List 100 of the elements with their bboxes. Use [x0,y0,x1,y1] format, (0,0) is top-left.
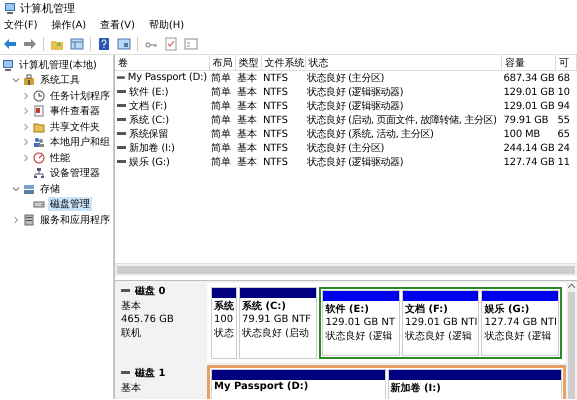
help-icon[interactable] [97,36,111,50]
partition-text: 127.74 GB NTI [484,317,556,328]
table-cell-text: 状态良好 (主分区) [306,142,385,155]
volume-icon [117,132,126,136]
table-cell-text: 100 MB [502,128,542,141]
tree-item[interactable]: 系统工具 [38,73,82,88]
volume-icon [117,146,126,150]
expand-chevron-icon[interactable] [22,107,30,116]
computer-icon [2,58,14,71]
column-header[interactable]: 文件系统 [261,55,305,70]
partition-text: 系统 (C:) [242,300,287,313]
gauge-icon [33,152,45,164]
column-header[interactable]: 卷 [115,55,209,70]
tree-item[interactable]: 共享文件夹 [48,120,102,134]
checklist-icon[interactable] [164,36,178,50]
partition-area[interactable]: My Passport (D:) 新加卷 (I:) [207,365,566,399]
partition-text: 状态良好 (逻辑 [404,330,474,343]
collapse-chevron-icon[interactable] [12,76,20,84]
column-header[interactable]: 状态 [305,55,502,70]
table-cell-text: 基本 [236,114,258,127]
expand-chevron-icon[interactable] [22,92,30,100]
disk-name: 磁盘 1 [135,366,166,380]
expand-chevron-icon[interactable] [22,122,30,131]
volume-icon [117,90,126,94]
partition-text: 79.91 GB NTF [242,314,312,325]
forward-arrow-icon[interactable] [23,36,37,50]
column-header[interactable]: 可 [556,55,576,70]
column-header[interactable]: 布局 [209,55,235,70]
partition-text: 文档 (F:) [404,302,449,316]
tree-item[interactable]: 设备管理器 [48,166,102,180]
vertical-scrollbar[interactable] [566,281,577,399]
table-cell-text: NTFS [262,128,289,141]
table-cell-text: 简单 [210,86,232,99]
menu-item[interactable]: 查看(V) [100,18,135,32]
partition-text: 软件 (E:) [325,302,370,316]
table-cell-text: 简单 [210,142,232,155]
tree-item[interactable]: 性能 [48,150,72,165]
table-cell-text: NTFS [262,142,289,155]
partition-block[interactable]: 软件 (E:) 129.01 GB NT 状态良好 (逻辑 [322,290,400,356]
expand-chevron-icon[interactable] [12,216,20,224]
tree-item[interactable]: 存储 [38,182,62,196]
tree-item[interactable]: 本地用户和组 [48,135,112,150]
table-cell-text: 24 [556,142,571,155]
partition-block[interactable]: 系统 (C:) 79.91 GB NTF 状态良好 (启动 [239,287,318,359]
table-cell-text: 状态良好 (启动, 页面文件, 故障转储, 主分区) [306,114,498,127]
table-cell-text: 状态良好 (逻辑驱动器) [306,86,404,99]
partition-text: 状态 [214,326,234,340]
table-cell-text: 简单 [210,100,232,113]
volume-icon [117,76,125,80]
menu-item[interactable]: 操作(A) [52,18,86,32]
panel-icon[interactable] [70,36,84,50]
volume-name: My Passport (D:) [128,72,207,84]
app-icon [4,2,16,14]
partition-text: 状态良好 (启动 [242,326,310,340]
table-cell-text: 基本 [236,100,258,113]
table-cell-text: 11 [556,156,571,169]
tree-item[interactable]: 事件查看器 [48,104,102,118]
column-header[interactable]: 容量 [502,55,556,70]
back-arrow-icon[interactable] [3,36,17,50]
clock-icon [33,90,45,102]
disk-info: 基本 [121,300,142,313]
collapse-chevron-icon[interactable] [12,184,20,193]
partition-block[interactable]: 娱乐 (G:) 127.74 GB NTI 状态良好 (逻辑 [481,290,559,356]
table-cell-text: 简单 [210,114,232,127]
table-cell-text: 79.91 GB [502,114,550,127]
partition-color-bar [212,288,236,298]
table-cell: 状态良好 (主分区) [305,70,502,85]
volume-name: 文档 (F:) [129,100,167,113]
table-cell-text: 简单 [210,128,232,141]
horizontal-scrollbar[interactable] [115,263,577,276]
table-cell-text: 129.01 GB [502,100,556,113]
partition-block[interactable]: 文档 (F:) 129.01 GB NTI 状态良好 (逻辑 [402,290,480,356]
table-cell: 68 [556,70,576,85]
tree-item[interactable]: 磁盘管理 [48,197,92,212]
menu-item[interactable]: 文件(F) [4,18,38,32]
users-icon [33,136,45,148]
table-cell-text: 127.74 GB [502,156,556,169]
expand-chevron-icon[interactable] [22,138,30,146]
table-cell-text: 94 [556,100,571,113]
column-header[interactable]: 类型 [235,55,261,70]
menu-item[interactable]: 帮助(H) [148,18,184,32]
partition-area[interactable]: 系统 100 状态 系统 (C:) 79.91 GB NTF 状态良好 (启动 软件 (E:) 129.01 GB NT 状态良好 (逻辑 文档 (F:) 129.01 GB NTI 状态良好 (逻辑 娱乐 (G:) 127.74 GB NTI 状态良好 (逻辑 [207,283,566,363]
list-window-icon[interactable] [184,36,198,50]
window-icon[interactable] [117,36,131,50]
tree-item[interactable]: 服务和应用程序 [38,212,112,227]
volume-name: 娱乐 (G:) [129,156,170,169]
volume-name: 新加卷 (I:) [129,142,175,155]
up-caret-icon [568,284,575,288]
tree-item[interactable]: 任务计划程序 [48,88,112,103]
table-cell-text: 简单 [210,156,232,169]
partition-block[interactable]: 系统 100 状态 [211,287,237,359]
partition-text: 娱乐 (G:) [484,302,530,316]
partition-block[interactable]: My Passport (D:) [211,369,386,399]
table-cell: NTFS [261,70,305,85]
partition-text: 100 [214,314,234,325]
partition-block[interactable]: 新加卷 (I:) [388,369,562,399]
volume-icon [117,160,126,164]
expand-chevron-icon[interactable] [22,154,30,162]
tree-item[interactable]: 计算机管理(本地) [17,58,99,72]
table-cell-text: 基本 [236,86,258,99]
